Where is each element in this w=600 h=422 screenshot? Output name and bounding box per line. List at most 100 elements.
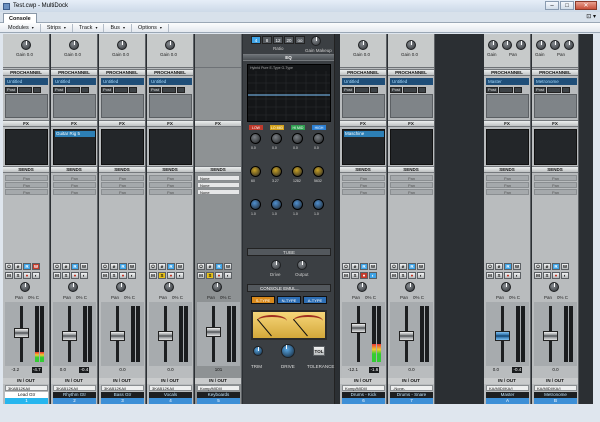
ratio-option[interactable]: oo — [295, 36, 305, 44]
freq-knob[interactable] — [271, 166, 282, 177]
tube-drive-knob[interactable] — [271, 260, 281, 270]
read-button[interactable]: R — [215, 262, 223, 270]
prochannel-header[interactable]: PROCHANNEL — [532, 69, 578, 76]
send-slot[interactable]: Pan — [53, 189, 96, 195]
power-button[interactable]: ⏻ — [149, 262, 157, 270]
post-button[interactable]: Post — [149, 86, 161, 93]
monitor-button[interactable]: ◐ — [369, 271, 377, 279]
menu-track[interactable]: Track ▾ — [73, 23, 105, 32]
solo-button[interactable]: S — [351, 271, 359, 279]
record-button[interactable]: ● — [119, 271, 127, 279]
volume-fader[interactable] — [158, 331, 173, 342]
input-selector[interactable]: Komp/MIDI/I — [342, 385, 385, 391]
menu-strips[interactable]: Strips ▾ — [41, 23, 73, 32]
prochannel-preset[interactable]: Untitled — [149, 78, 192, 85]
pan-knob[interactable] — [68, 282, 78, 292]
prochannel-header[interactable]: PROCHANNEL — [388, 69, 434, 76]
power-button[interactable]: ⏻ — [197, 262, 205, 270]
tube-module-header[interactable]: TUBE — [247, 248, 331, 256]
makeup-gain-knob[interactable] — [311, 36, 321, 46]
pan-knob[interactable] — [20, 282, 30, 292]
q-knob[interactable] — [271, 199, 282, 210]
fx-bin[interactable] — [486, 129, 529, 165]
read-button[interactable]: R — [408, 262, 416, 270]
power-icon[interactable] — [514, 86, 522, 93]
pan-knob[interactable] — [405, 282, 415, 292]
prochannel-preset[interactable]: Untitled — [5, 78, 48, 85]
fx-header[interactable]: FX — [99, 120, 145, 127]
gain-knob[interactable] — [69, 40, 79, 50]
solo-button[interactable]: S — [399, 271, 407, 279]
eq-band-hi-mid[interactable]: HI MID — [291, 125, 305, 130]
pan-knob[interactable] — [550, 40, 560, 50]
solo-button[interactable]: S — [14, 271, 22, 279]
prochannel-preset[interactable]: Untitled — [53, 78, 96, 85]
power-icon[interactable] — [177, 86, 185, 93]
routing-button[interactable] — [403, 86, 417, 93]
record-button[interactable]: ● — [360, 271, 368, 279]
monitor-button[interactable]: ◐ — [224, 271, 232, 279]
phase-button[interactable]: ø — [351, 262, 359, 270]
phase-button[interactable]: ø — [206, 262, 214, 270]
ratio-option[interactable]: 4 — [251, 36, 261, 44]
fx-header[interactable]: FX — [195, 120, 241, 127]
send-slot[interactable]: Pan — [486, 189, 529, 195]
sends-header[interactable]: SENDS — [51, 166, 97, 173]
menu-options[interactable]: Options ▾ — [132, 23, 169, 32]
input-selector[interactable]: 3KAB12KA/I — [53, 385, 96, 391]
write-button[interactable]: W — [32, 262, 40, 270]
solo-button[interactable]: S — [206, 271, 214, 279]
fx-header[interactable]: FX — [340, 120, 386, 127]
volume-fader[interactable] — [543, 331, 558, 342]
ratio-option[interactable]: 8 — [262, 36, 272, 44]
post-button[interactable]: Post — [534, 86, 546, 93]
mute-button[interactable]: M — [534, 271, 542, 279]
monitor-button[interactable]: ◐ — [561, 271, 569, 279]
post-button[interactable]: Post — [390, 86, 402, 93]
pan-knob[interactable] — [116, 282, 126, 292]
power-button[interactable]: ⏻ — [342, 262, 350, 270]
send-slot[interactable]: Pan — [534, 182, 577, 188]
fx-plugin[interactable]: Guitar Rig 5 — [55, 131, 95, 137]
write-button[interactable]: W — [369, 262, 377, 270]
gain-knob[interactable] — [358, 40, 368, 50]
eq-curve[interactable] — [248, 65, 330, 121]
volume-fader[interactable] — [62, 331, 77, 342]
eq-band-low[interactable]: LOW — [249, 125, 263, 130]
fx-plugin[interactable]: Maschine — [344, 131, 384, 137]
eq-band-lo-mid[interactable]: LO MID — [270, 125, 284, 130]
drive-knob[interactable] — [281, 344, 295, 358]
pan-knob[interactable] — [357, 282, 367, 292]
tab-tools-icon[interactable]: ⊡ ▾ — [586, 13, 596, 20]
mute-button[interactable]: M — [390, 271, 398, 279]
fx-header[interactable]: FX — [484, 120, 530, 127]
prochannel-preset[interactable]: Untitled — [342, 78, 385, 85]
input-selector[interactable]: KA/MIDI/KA/I — [534, 385, 577, 391]
console-emulator-header[interactable]: CONSOLE EMUL... — [247, 284, 331, 292]
prochannel-preset[interactable]: Untitled — [390, 78, 433, 85]
routing-button[interactable] — [114, 86, 128, 93]
prochannel-preset[interactable]: Master — [486, 78, 529, 85]
gain-knob[interactable] — [313, 133, 324, 144]
send-slot[interactable]: Pan — [149, 189, 192, 195]
post-button[interactable]: Post — [101, 86, 113, 93]
fx-header[interactable]: FX — [3, 120, 49, 127]
width-knob[interactable] — [564, 40, 574, 50]
freq-knob[interactable] — [313, 166, 324, 177]
volume-fader[interactable] — [110, 331, 125, 342]
console-type-s-type[interactable]: S-TYPE — [251, 296, 275, 304]
send-dropdown[interactable]: None — [197, 189, 240, 195]
fx-bin[interactable] — [149, 129, 192, 165]
width-knob[interactable] — [516, 40, 526, 50]
mute-button[interactable]: M — [53, 271, 61, 279]
send-slot[interactable]: Pan — [101, 189, 144, 195]
read-button[interactable]: R — [504, 262, 512, 270]
send-slot[interactable]: Pan — [5, 189, 48, 195]
power-button[interactable]: ⏻ — [5, 262, 13, 270]
power-button[interactable]: ⏻ — [534, 262, 542, 270]
fx-header[interactable]: FX — [532, 120, 578, 127]
input-selector[interactable]: 3KAB12KA/I — [101, 385, 144, 391]
record-button[interactable]: ● — [408, 271, 416, 279]
record-button[interactable]: ● — [71, 271, 79, 279]
q-knob[interactable] — [250, 199, 261, 210]
